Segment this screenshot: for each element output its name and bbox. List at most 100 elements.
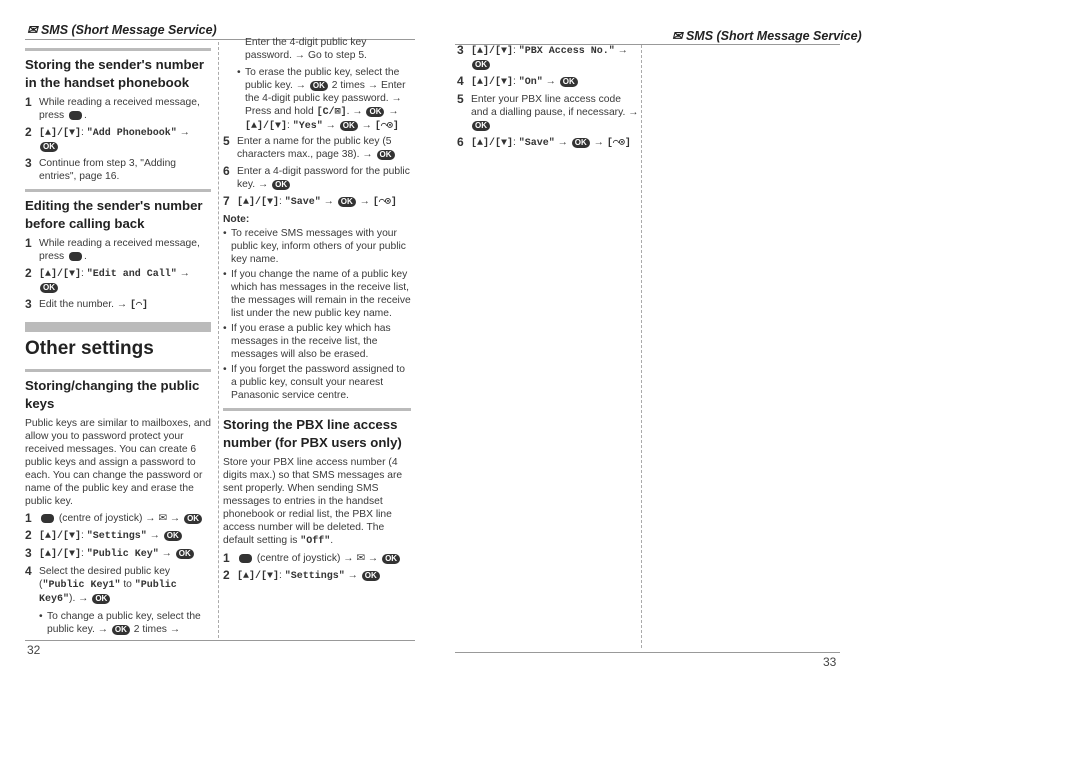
ok-button-icon: OK: [337, 197, 356, 207]
step: 3 [▲]/[▼]: "PBX Access No." → OK: [457, 44, 639, 71]
text: →: [554, 137, 571, 148]
step-number: 1: [223, 551, 230, 565]
text: 2 times →: [130, 624, 181, 635]
bullet-text: If you forget the password assigned to a…: [231, 363, 411, 402]
ok-button-icon: OK: [472, 60, 490, 70]
column-divider-right: [641, 45, 642, 648]
step-number: 4: [25, 564, 32, 578]
step-text: [▲]/[▼]: "Edit and Call" → OK: [39, 267, 211, 294]
display-item: "Save": [518, 138, 555, 149]
display-item: "Save": [284, 197, 321, 208]
step-text: Enter your PBX line access code and a di…: [471, 93, 639, 132]
text: Edit the number. →: [39, 299, 131, 310]
text: →: [176, 127, 190, 138]
text: Enter a 4-digit password for the public …: [237, 166, 410, 190]
menu-button-icon: [69, 251, 83, 261]
text: . →: [346, 106, 366, 117]
menu-button-icon: [239, 553, 252, 563]
step-number: 4: [457, 74, 464, 88]
key-symbol: [▲]/[▼]: [39, 128, 82, 139]
key-symbol: [▲]/[▼]: [39, 549, 82, 560]
key-symbol: [⌒⊙]: [374, 121, 399, 132]
note-label: Note:: [223, 214, 250, 225]
step: 4 [▲]/[▼]: "On" → OK: [457, 75, 639, 89]
step-number: 7: [223, 194, 230, 208]
step-text: (centre of joystick) → ✉ → OK: [237, 552, 401, 565]
bullet-icon: •: [39, 611, 43, 622]
text: →: [158, 548, 175, 559]
step: 2 [▲]/[▼]: "Add Phonebook" → OK: [25, 126, 211, 153]
step-text: Edit the number. → [⌒]: [39, 298, 148, 312]
step: 6 [▲]/[▼]: "Save" → OK → [⌒⊙]: [457, 136, 639, 150]
step-number: 1: [25, 95, 32, 109]
text: To receive SMS messages with your public…: [231, 228, 406, 265]
step-text: [▲]/[▼]: "Settings" → OK: [39, 529, 183, 543]
footer-rule-right: [455, 652, 840, 653]
text: .: [84, 110, 87, 121]
step: 3 [▲]/[▼]: "Public Key" → OK: [25, 547, 211, 561]
key-symbol: [▲]/[▼]: [471, 77, 514, 88]
step: 5 Enter a name for the public key (5 char…: [223, 135, 411, 161]
step: 1 While reading a received message, press…: [25, 96, 211, 122]
display-item: "On": [518, 77, 543, 88]
left-page-column-2: Enter the 4-digit public key password. →…: [223, 36, 411, 587]
text: →: [614, 45, 628, 56]
step-number: 3: [25, 156, 32, 170]
step-text: Continue from step 3, "Adding entries", …: [39, 157, 211, 183]
step: 2 [▲]/[▼]: "Edit and Call" → OK: [25, 267, 211, 294]
step-number: 5: [223, 134, 230, 148]
text: ). →: [69, 593, 92, 604]
ok-button-icon: OK: [382, 554, 401, 564]
step-number: 6: [457, 135, 464, 149]
step-text: [▲]/[▼]: "On" → OK: [471, 75, 579, 89]
running-header-right: ✉ SMS (Short Message Service): [672, 29, 862, 43]
key-symbol: [▲]/[▼]: [237, 571, 280, 582]
step-text: [▲]/[▼]: "Add Phonebook" → OK: [39, 126, 211, 153]
paragraph: Public keys are similar to mailboxes, an…: [25, 417, 211, 508]
step-number: 6: [223, 164, 230, 178]
ok-button-icon: OK: [376, 150, 395, 160]
text: →: [356, 196, 373, 207]
bullet-item: • If you change the name of a public key …: [223, 268, 411, 320]
step-text: [▲]/[▼]: "Settings" → OK: [237, 569, 381, 583]
bullet-text: To receive SMS messages with your public…: [231, 227, 411, 266]
step-number: 1: [25, 236, 32, 250]
step: 3 Continue from step 3, "Adding entries",…: [25, 157, 211, 183]
step: 6 Enter a 4-digit password for the public…: [223, 165, 411, 191]
text: If you change the name of a public key w…: [231, 269, 411, 319]
text: to: [120, 579, 135, 590]
ok-button-icon: OK: [40, 283, 58, 293]
footer-rule-left: [25, 640, 415, 641]
running-header-left: ✉ SMS (Short Message Service): [27, 23, 217, 37]
section-title: Other settings: [25, 322, 211, 361]
ok-button-icon: OK: [339, 121, 358, 131]
bullet-text: To erase the public key, select the publ…: [245, 66, 411, 133]
step-text: Enter a name for the public key (5 chara…: [237, 135, 411, 161]
subsection-heading: Storing the PBX line access number (for …: [223, 408, 411, 452]
step-text: [▲]/[▼]: "PBX Access No." → OK: [471, 44, 639, 71]
step-text: While reading a received message, press …: [39, 237, 211, 263]
text: →: [176, 268, 190, 279]
text: .: [84, 251, 87, 262]
key-symbol: [C/⊠]: [316, 107, 347, 118]
ok-button-icon: OK: [571, 138, 590, 148]
text: →: [358, 120, 375, 131]
bullet-text: To change a public key, select the publi…: [47, 610, 211, 636]
text: Continue from step 3, "Adding entries", …: [39, 158, 177, 182]
step-number: 3: [457, 43, 464, 57]
key-symbol: [▲]/[▼]: [471, 138, 514, 149]
ok-button-icon: OK: [184, 514, 203, 524]
continued-text: Enter the 4-digit public key password. →…: [245, 36, 411, 62]
bullet-item: • To change a public key, select the publ…: [39, 610, 211, 636]
text: →: [146, 530, 163, 541]
step: 1 (centre of joystick) → ✉ → OK: [223, 552, 411, 565]
step: 2 [▲]/[▼]: "Settings" → OK: [223, 569, 411, 583]
text: →: [322, 120, 339, 131]
key-symbol: [▲]/[▼]: [237, 197, 280, 208]
ok-button-icon: OK: [272, 180, 291, 190]
text: If you forget the password assigned to a…: [231, 364, 406, 401]
display-item: "Settings": [284, 571, 345, 582]
text: Enter your PBX line access code and a di…: [471, 94, 639, 118]
menu-button-icon: [69, 110, 83, 120]
menu-button-icon: [41, 513, 54, 523]
